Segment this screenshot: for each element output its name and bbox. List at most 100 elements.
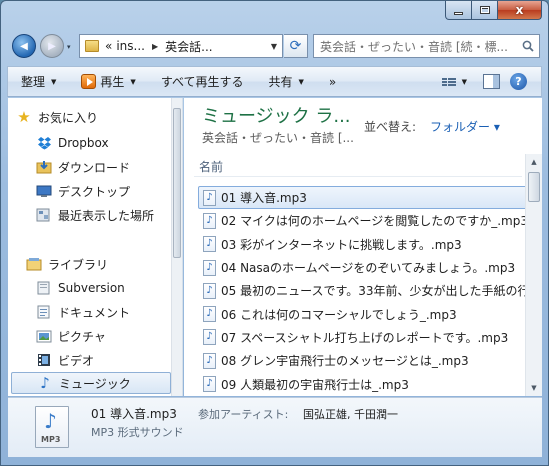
back-arrow-icon: ◀ [20, 40, 28, 52]
sidebar-item-label: ミュージック [59, 376, 131, 391]
more-commands-button[interactable]: » [316, 67, 348, 96]
navigation-pane: ★ お気に入り Dropbox ダウンロード デスクトップ 最近表示した場所 ラ… [8, 98, 183, 396]
address-dropdown-icon[interactable]: ▼ [266, 42, 282, 51]
breadcrumb-segment[interactable]: ins... [114, 39, 147, 53]
audio-file-icon: ♪ [203, 282, 216, 299]
play-label: 再生 [100, 75, 125, 89]
help-icon[interactable]: ? [510, 73, 527, 90]
details-pane: ♪ MP3 01 導入音.mp3 参加アーティスト: 国弘正雄, 千田潤一 MP… [8, 397, 542, 457]
file-row[interactable]: ♪ 09 人類最初の宇宙飛行士は_.mp3 [198, 372, 528, 395]
sidebar-item-label: Dropbox [58, 136, 109, 150]
sidebar-item-label: お気に入り [38, 110, 99, 125]
file-row[interactable]: ♪ 08 グレン宇宙飛行士のメッセージとは_.mp3 [198, 349, 528, 372]
file-name: 05 最初のニュースです。33年前、少女が出した手紙の行 [221, 284, 528, 299]
music-note-icon: ♪ [44, 409, 57, 433]
minimize-button[interactable] [445, 1, 472, 20]
sidebar-item-label: ライブラリ [48, 257, 109, 272]
arrange-by-label: 並べ替え: [364, 120, 417, 134]
scrollbar-thumb[interactable] [528, 172, 540, 202]
change-view-icon[interactable] [441, 77, 456, 86]
audio-file-icon: ♪ [203, 212, 216, 229]
navigation-scrollbar[interactable] [171, 98, 182, 396]
sidebar-header-favorites[interactable]: ★ お気に入り [16, 106, 180, 128]
sidebar-item-pictures[interactable]: ピクチャ [36, 325, 182, 347]
close-button[interactable]: x [498, 1, 542, 20]
sidebar-item-label: ドキュメント [58, 305, 131, 320]
sidebar-item-subversion[interactable]: Subversion [36, 277, 182, 299]
sidebar-item-label: ダウンロード [58, 160, 131, 175]
address-overflow[interactable]: « [103, 39, 114, 53]
recent-pages-dropdown-icon[interactable]: ▾ [67, 43, 71, 51]
file-list-pane: ミュージック ラ... 英会話・ぜったい・音読 [... 並べ替え: フォルダー… [184, 98, 542, 396]
details-artist-value[interactable]: 国弘正雄, 千田潤一 [303, 406, 398, 422]
command-bar: 整理 ▼ 再生 ▼ すべて再生する 共有 ▼ » ▼ ? [7, 66, 542, 97]
audio-file-icon: ♪ [203, 352, 216, 369]
details-file-name: 01 導入音.mp3 [91, 407, 177, 421]
breadcrumb-segment[interactable]: 英会話... [163, 38, 214, 55]
scroll-down-icon[interactable]: ▼ [526, 380, 542, 396]
sidebar-item-desktop[interactable]: デスクトップ [36, 180, 182, 202]
library-folder-icon [36, 280, 52, 296]
column-header-name[interactable]: 名前 [199, 158, 223, 175]
chevron-right-icon[interactable]: ▶ [152, 42, 158, 51]
search-box[interactable]: 英会話・ぜったい・音読 [続・標... [313, 34, 540, 58]
search-icon[interactable] [517, 40, 539, 52]
refresh-button[interactable]: ⟳ [284, 34, 308, 58]
play-icon [81, 74, 97, 89]
address-bar[interactable]: « ins... ▶ 英会話... ▼ [79, 34, 283, 58]
preview-pane-icon[interactable] [483, 74, 500, 89]
details-file-type: MP3 形式サウンド [91, 426, 184, 439]
pictures-icon [36, 328, 52, 344]
audio-file-icon: ♪ [203, 236, 216, 253]
organize-menu[interactable]: 整理 ▼ [8, 67, 68, 96]
music-note-icon: ♪ [40, 374, 50, 392]
sidebar-item-documents[interactable]: ドキュメント [36, 301, 182, 323]
sidebar-item-recent-places[interactable]: 最近表示した場所 [36, 204, 182, 226]
file-list-scrollbar[interactable]: ▲ ▼ [525, 154, 542, 396]
close-icon: x [515, 3, 524, 17]
file-row[interactable]: ♪ 05 最初のニュースです。33年前、少女が出した手紙の行 [198, 279, 528, 302]
sidebar-header-libraries[interactable]: ライブラリ [26, 253, 182, 275]
forward-arrow-icon: ▶ [48, 40, 56, 52]
star-icon: ★ [17, 108, 31, 126]
search-input[interactable]: 英会話・ぜったい・音読 [続・標... [320, 38, 517, 55]
file-row[interactable]: ♪ 06 これは何のコマーシャルでしょう_.mp3 [198, 302, 528, 325]
audio-file-icon: ♪ [203, 259, 216, 276]
file-row[interactable]: ♪ 04 Nasaのホームページをのぞいてみましょう。.mp3 [198, 256, 528, 279]
file-name: 02 マイクは何のホームページを閲覧したのですか_.mp3 [221, 214, 528, 229]
downloads-folder-icon [36, 159, 52, 175]
sidebar-item-music[interactable]: ♪ ミュージック [11, 372, 171, 394]
play-all-button[interactable]: すべて再生する [148, 67, 256, 96]
arrange-by-dropdown[interactable]: フォルダー ▾ [430, 118, 500, 135]
file-name: 01 導入音.mp3 [221, 191, 307, 206]
chevron-down-icon: ▼ [298, 77, 304, 86]
audio-file-icon: ♪ [203, 189, 216, 206]
mp3-file-icon: ♪ MP3 [35, 406, 69, 448]
file-row[interactable]: ♪ 03 彩がインターネットに挑戦します。.mp3 [198, 233, 528, 256]
sidebar-item-label: ピクチャ [58, 329, 106, 344]
organize-label: 整理 [21, 75, 46, 89]
navigation-row: ◀ ▶ ▾ « ins... ▶ 英会話... ▼ ⟳ 英会話・ぜったい・音読 … [1, 29, 548, 65]
sidebar-item-downloads[interactable]: ダウンロード [36, 156, 182, 178]
file-row[interactable]: ♪ 02 マイクは何のホームページを閲覧したのですか_.mp3 [198, 209, 528, 232]
maximize-button[interactable] [472, 1, 498, 20]
libraries-icon [26, 256, 42, 272]
maximize-icon [479, 6, 490, 14]
scroll-up-icon[interactable]: ▲ [526, 154, 542, 170]
desktop-icon [36, 183, 52, 199]
recent-places-icon [36, 207, 52, 223]
sidebar-item-dropbox[interactable]: Dropbox [36, 132, 182, 154]
file-row[interactable]: ♪ 07 スペースシャトル打ち上げのレポートです。.mp3 [198, 326, 528, 349]
file-list: ♪ 01 導入音.mp3 ♪ 02 マイクは何のホームページを閲覧したのですか_.m… [198, 186, 528, 396]
play-menu[interactable]: 再生 ▼ [68, 67, 147, 96]
explorer-window: x ◀ ▶ ▾ « ins... ▶ 英会話... ▼ ⟳ 英会話・ぜったい・音… [0, 0, 549, 466]
view-dropdown-icon[interactable]: ▼ [462, 78, 467, 86]
forward-button[interactable]: ▶ [40, 34, 64, 58]
share-menu[interactable]: 共有 ▼ [256, 67, 316, 96]
scrollbar-thumb[interactable] [173, 108, 181, 258]
back-button[interactable]: ◀ [12, 34, 36, 58]
file-name: 04 Nasaのホームページをのぞいてみましょう。.mp3 [221, 261, 516, 276]
sidebar-item-videos[interactable]: ビデオ [36, 349, 182, 371]
sidebar-item-label: Subversion [58, 281, 125, 295]
file-row[interactable]: ♪ 01 導入音.mp3 [198, 186, 528, 210]
